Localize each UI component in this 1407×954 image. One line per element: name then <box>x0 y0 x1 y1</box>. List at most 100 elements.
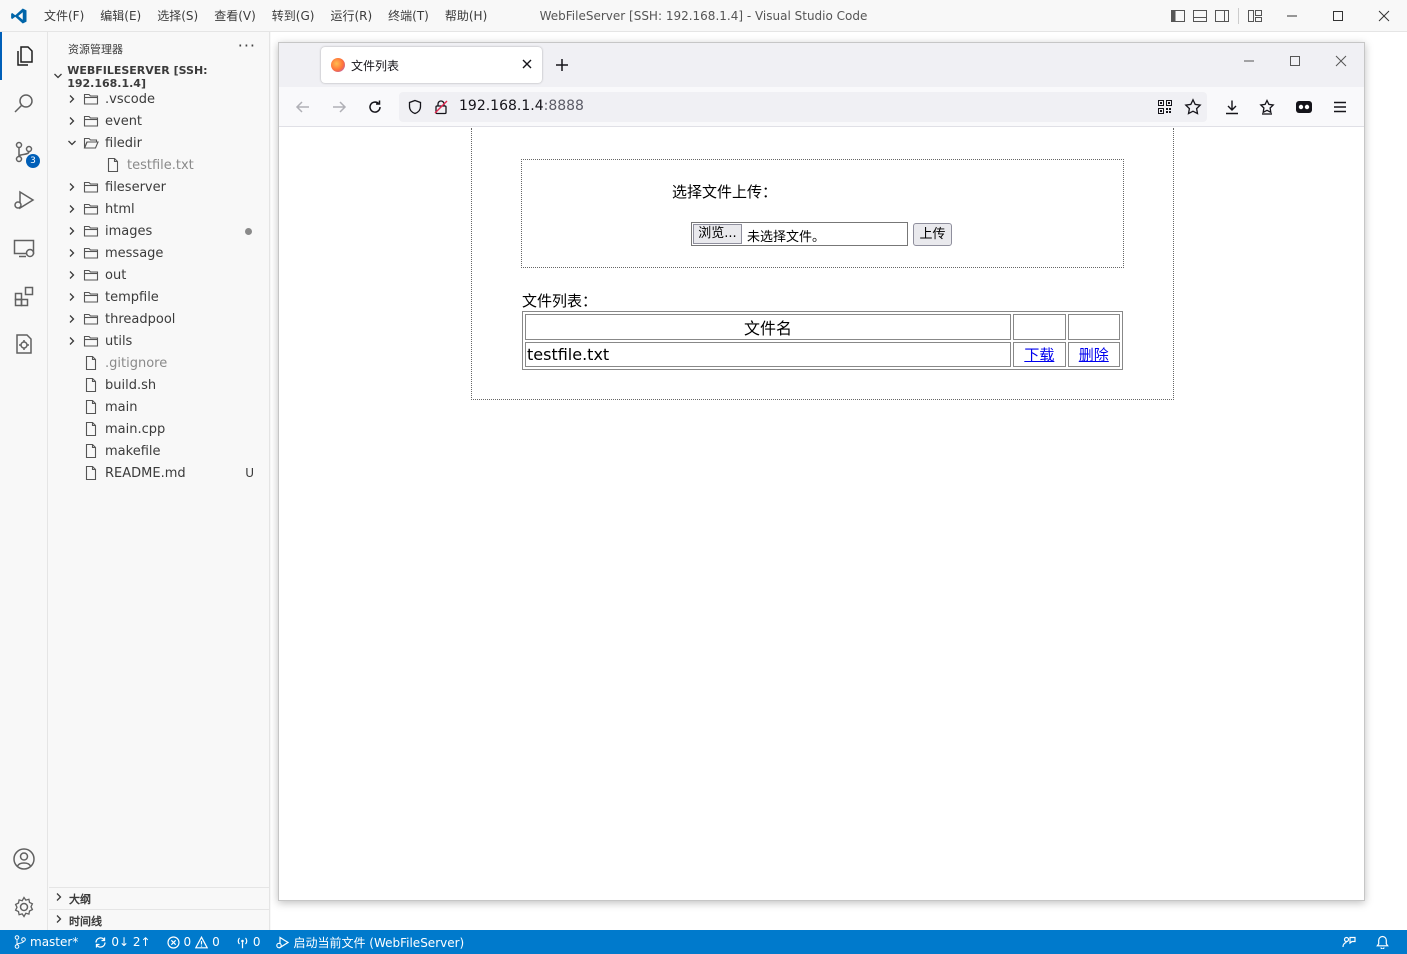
activity-bar: 3 <box>0 32 48 930</box>
toggle-primary-sidebar-icon[interactable] <box>1170 8 1186 24</box>
web-page-content: 选择文件上传： 浏览... 未选择文件。 上传 文件列表： 文件名 testfi… <box>279 128 1364 900</box>
filename-cell: testfile.txt <box>525 342 1012 367</box>
chevron-down-icon <box>65 132 79 154</box>
menu-selection[interactable]: 选择(S) <box>149 0 206 32</box>
browser-close-icon[interactable] <box>1335 55 1347 71</box>
remote-explorer-activity[interactable] <box>0 224 48 272</box>
toggle-panel-icon[interactable] <box>1192 8 1208 24</box>
branch-status[interactable]: master* <box>0 930 86 954</box>
tree-file-item[interactable]: .gitignore <box>49 352 270 374</box>
new-tab-icon[interactable] <box>555 53 569 77</box>
tree-folder-item[interactable]: out <box>49 264 270 286</box>
tree-folder-item[interactable]: filedir <box>49 132 270 154</box>
tree-file-item[interactable]: main.cpp <box>49 418 270 440</box>
layout-controls <box>1170 0 1263 32</box>
tracking-protection-icon[interactable] <box>407 99 423 119</box>
vscode-logo-icon <box>11 8 27 24</box>
more-actions-icon[interactable]: ··· <box>238 36 256 55</box>
table-row: testfile.txt 下载 删除 <box>525 342 1120 367</box>
search-activity[interactable] <box>0 80 48 128</box>
launch-status[interactable]: 启动当前文件 (WebFileServer) <box>268 930 472 954</box>
browser-minimize-icon[interactable] <box>1243 55 1255 71</box>
outline-section[interactable]: 大纲 <box>49 887 270 909</box>
workspace-section[interactable]: WEBFILESERVER [SSH: 192.168.1.4] <box>49 64 270 90</box>
browser-tab[interactable]: 文件列表 <box>321 47 542 83</box>
tree-folder-item[interactable]: message <box>49 242 270 264</box>
reload-icon[interactable] <box>363 95 387 119</box>
close-icon[interactable] <box>1361 0 1407 32</box>
menu-go[interactable]: 转到(G) <box>264 0 323 32</box>
tree-folder-item[interactable]: .vscode <box>49 88 270 110</box>
tab-close-icon[interactable] <box>522 55 532 73</box>
minimize-icon[interactable] <box>1269 0 1315 32</box>
browser-nav-bar: 192.168.1.4:8888 <box>279 87 1364 127</box>
back-icon[interactable] <box>291 95 315 119</box>
tree-folder-item[interactable]: images <box>49 220 270 242</box>
chevron-right-icon <box>65 286 79 308</box>
forward-icon[interactable] <box>327 95 351 119</box>
tree-file-item[interactable]: main <box>49 396 270 418</box>
maximize-icon[interactable] <box>1315 0 1361 32</box>
warning-count: 0 <box>212 935 220 949</box>
tree-file-item[interactable]: build.sh <box>49 374 270 396</box>
accounts-activity[interactable] <box>0 835 48 883</box>
menu-terminal[interactable]: 终端(T) <box>380 0 437 32</box>
menu-bar: 文件(F) 编辑(E) 选择(S) 查看(V) 转到(G) 运行(R) 终端(T… <box>36 0 495 32</box>
tree-folder-item[interactable]: utils <box>49 330 270 352</box>
timeline-section[interactable]: 时间线 <box>49 909 270 931</box>
explorer-activity[interactable] <box>0 32 48 80</box>
tree-item-label: fileserver <box>105 179 166 195</box>
upload-button[interactable]: 上传 <box>913 223 952 246</box>
menu-run[interactable]: 运行(R) <box>322 0 380 32</box>
run-debug-activity[interactable] <box>0 176 48 224</box>
tree-folder-item[interactable]: event <box>49 110 270 132</box>
ports-status[interactable]: 0 <box>228 930 269 954</box>
firefox-favicon-icon <box>331 58 345 72</box>
notifications-status[interactable] <box>1368 930 1407 954</box>
git-status-decoration: U <box>245 466 254 480</box>
insecure-lock-icon[interactable] <box>433 99 449 119</box>
menu-view[interactable]: 查看(V) <box>206 0 264 32</box>
bookmark-star-icon[interactable] <box>1184 98 1202 120</box>
delete-link[interactable]: 删除 <box>1079 346 1109 364</box>
tree-folder-item[interactable]: tempfile <box>49 286 270 308</box>
manage-activity[interactable] <box>0 883 48 931</box>
extensions-activity[interactable] <box>0 272 48 320</box>
qr-code-icon[interactable] <box>1157 99 1173 119</box>
file-input[interactable]: 浏览... 未选择文件。 <box>691 222 908 246</box>
tree-folder-item[interactable]: fileserver <box>49 176 270 198</box>
feedback-status[interactable] <box>1334 930 1368 954</box>
customize-layout-icon[interactable] <box>1247 8 1263 24</box>
tree-file-item[interactable]: testfile.txt <box>49 154 270 176</box>
tree-item-label: makefile <box>105 443 161 459</box>
tree-folder-item[interactable]: html <box>49 198 270 220</box>
menu-file[interactable]: 文件(F) <box>36 0 92 32</box>
menu-edit[interactable]: 编辑(E) <box>92 0 149 32</box>
tree-folder-item[interactable]: threadpool <box>49 308 270 330</box>
window-controls <box>1269 0 1407 32</box>
sync-status[interactable]: 0↓ 2↑ <box>86 930 158 954</box>
tree-item-label: message <box>105 245 164 261</box>
empty-header-cell <box>1067 314 1120 340</box>
downloads-icon[interactable] <box>1220 95 1244 119</box>
chevron-right-icon <box>65 264 79 286</box>
url-bar[interactable]: 192.168.1.4:8888 <box>399 92 1207 122</box>
download-link[interactable]: 下载 <box>1024 346 1054 364</box>
tree-file-item[interactable]: makefile <box>49 440 270 462</box>
toggle-secondary-sidebar-icon[interactable] <box>1214 8 1230 24</box>
extension-mask-icon[interactable] <box>1292 95 1316 119</box>
browse-button[interactable]: 浏览... <box>693 224 742 244</box>
launch-config: 启动当前文件 (WebFileServer) <box>293 935 465 950</box>
tree-file-item[interactable]: README.md U <box>49 462 270 484</box>
problems-status[interactable]: 0 0 <box>159 930 228 954</box>
app-menu-icon[interactable] <box>1328 95 1352 119</box>
file-icon <box>83 418 99 440</box>
upload-title: 选择文件上传： <box>672 183 778 201</box>
browser-maximize-icon[interactable] <box>1289 55 1301 71</box>
outline-title: 大纲 <box>69 892 91 906</box>
source-control-activity[interactable]: 3 <box>0 128 48 176</box>
menu-help[interactable]: 帮助(H) <box>437 0 495 32</box>
pocket-save-icon[interactable] <box>1255 95 1279 119</box>
explorer-header: 资源管理器 ··· <box>49 32 270 65</box>
testing-activity[interactable] <box>0 320 48 368</box>
